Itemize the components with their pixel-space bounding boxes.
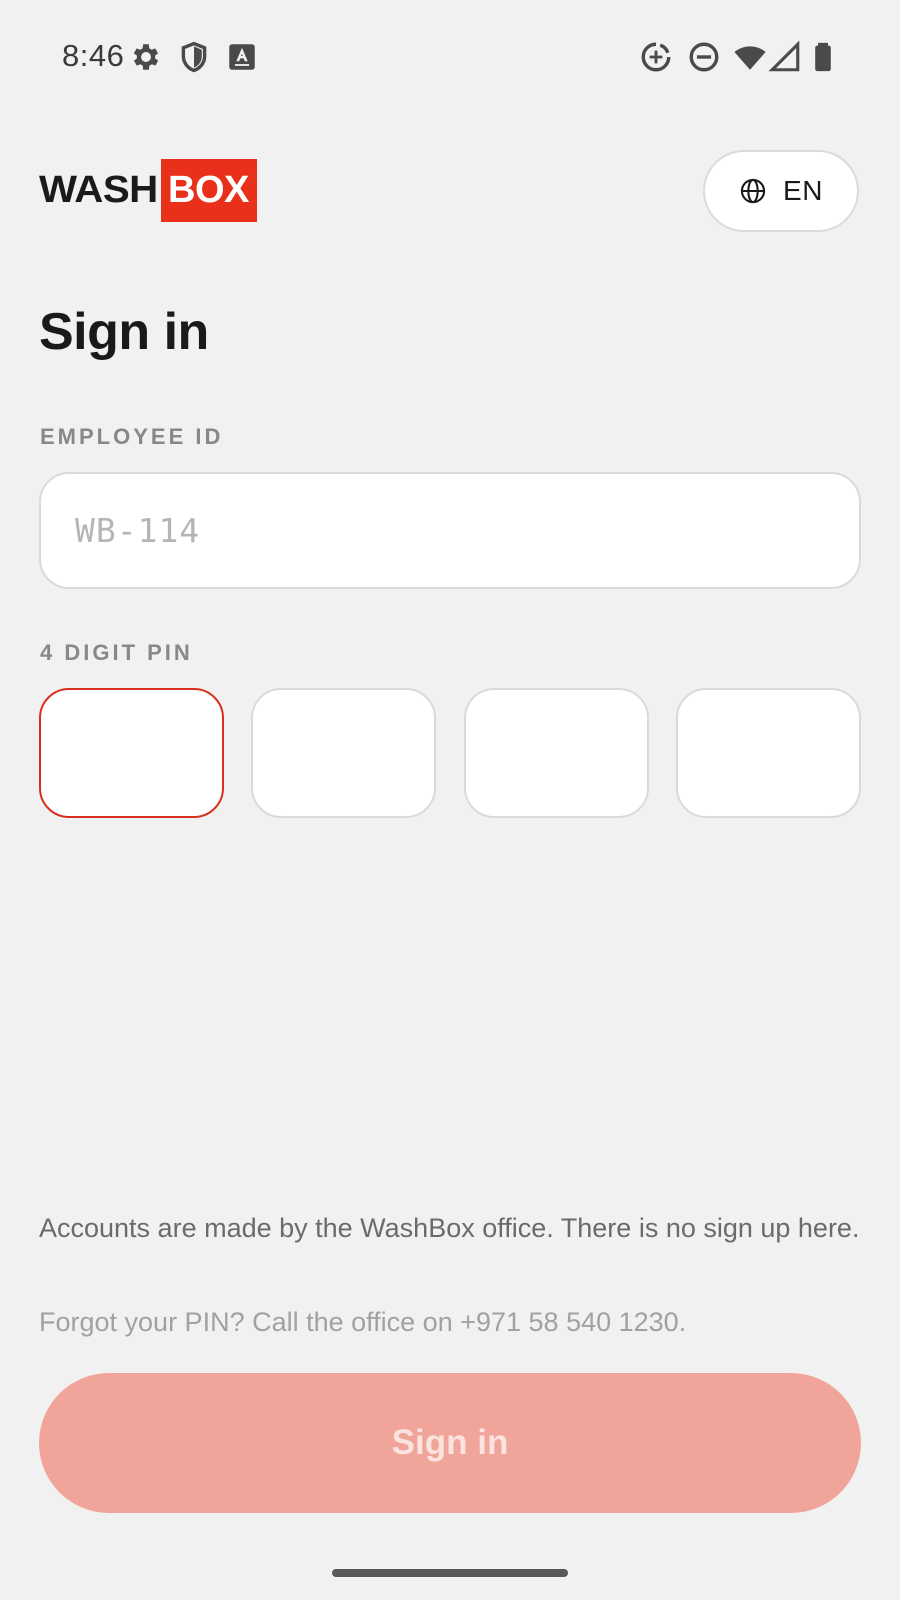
signal-icon [768,40,802,74]
page-title: Sign in [39,303,209,361]
pin-digit-4[interactable] [675,688,861,818]
shield-icon [177,40,211,74]
logo-wash-text: WASH [39,169,158,211]
status-bar: 8:46 [0,0,900,114]
logo-box-text: BOX [161,159,257,222]
globe-icon [739,177,767,205]
pin-digit-2[interactable] [251,688,437,818]
pin-label: 4 DIGIT PIN [40,640,193,665]
employee-id-input[interactable] [39,472,861,589]
wifi-icon [733,40,767,74]
data-saver-icon [639,40,673,74]
account-info-text: Accounts are made by the WashBox office.… [39,1213,860,1243]
home-indicator[interactable] [332,1569,568,1577]
status-time: 8:46 [62,38,125,73]
language-button[interactable]: EN [703,150,859,232]
sign-in-button-label: Sign in [391,1423,509,1462]
battery-icon [806,40,840,74]
pin-digit-1[interactable] [39,688,224,818]
sign-in-screen: 8:46 WASH BOX EN Sign in EMPLOYEE ID WB-… [0,0,900,1600]
sign-in-button[interactable]: Sign in [39,1373,861,1513]
forgot-pin-text: Forgot your PIN? Call the office on +971… [39,1307,687,1337]
language-label: EN [783,175,823,206]
font-a-icon [225,40,259,74]
pin-input-group [39,688,861,818]
settings-gear-icon [129,40,163,74]
employee-id-label: EMPLOYEE ID [40,424,224,449]
pin-digit-3[interactable] [463,688,649,818]
washbox-logo: WASH BOX [39,159,257,222]
do-not-disturb-icon [687,40,721,74]
